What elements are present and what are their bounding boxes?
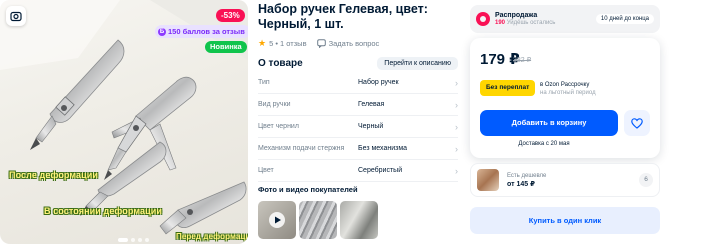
about-section-header: О товаре Перейти к описанию — [258, 57, 458, 70]
cheaper-count-badge: 6 — [639, 173, 653, 187]
spec-value: Набор ручек — [358, 79, 399, 86]
chevron-right-icon[interactable]: › — [448, 144, 458, 154]
customer-photos-strip — [258, 201, 378, 239]
product-image[interactable]: -53% Б 150 баллов за отзыв Новинка После… — [0, 0, 248, 244]
favorite-button[interactable] — [624, 110, 650, 136]
ozon-points-icon: Б — [158, 27, 166, 36]
seller-name: Распродажа — [495, 12, 538, 19]
gallery-dots[interactable] — [118, 238, 149, 242]
spec-value: Серебристый — [358, 167, 403, 174]
heart-icon — [631, 117, 643, 129]
review-points-label: 150 баллов за отзыв — [168, 27, 245, 36]
customer-photo-thumb[interactable] — [299, 201, 337, 239]
installment-line-2: на льготный период — [540, 90, 596, 96]
cheaper-label: Есть дешевле — [507, 172, 547, 179]
spec-row: Вид ручки Гелевая › — [258, 94, 458, 116]
spec-value: Черный — [358, 123, 384, 130]
chevron-right-icon[interactable]: › — [448, 78, 458, 88]
ask-question-label: Задать вопрос — [328, 39, 380, 48]
caption-deformed-state: В состоянии деформации — [44, 206, 163, 216]
price-card: 179 ₽ 382 ₽ Без переплат в Ozon Рассрочк… — [470, 38, 660, 158]
installment-badge[interactable]: Без переплат — [480, 80, 536, 96]
cheaper-offer-thumbnail — [477, 169, 499, 191]
spec-key: Цвет — [258, 167, 274, 174]
product-title: Набор ручек Гелевая, цвет: Черный, 1 шт. — [258, 2, 428, 31]
customer-photo-thumb[interactable] — [258, 201, 296, 239]
spec-value: Гелевая — [358, 101, 385, 108]
caption-before-deformation: Перед деформацией — [176, 232, 248, 241]
rating-text[interactable]: 5 • 1 отзыв — [269, 39, 306, 48]
seller-banner[interactable]: Распродажа 190 Уйдёшь остались 10 дней д… — [470, 5, 660, 33]
seller-text: Распродажа 190 Уйдёшь остались — [495, 12, 555, 26]
cheaper-offers-row[interactable]: Есть дешевле от 145 ₽ 6 — [470, 163, 660, 197]
gallery-dot[interactable] — [138, 238, 142, 242]
rating-row: ★ 5 • 1 отзыв Задать вопрос — [258, 38, 379, 49]
add-to-cart-button[interactable]: Добавить в корзину — [480, 110, 618, 136]
ask-question-link[interactable]: Задать вопрос — [316, 39, 380, 48]
chevron-right-icon[interactable]: › — [448, 122, 458, 132]
cheaper-text: Есть дешевле от 145 ₽ — [507, 173, 546, 188]
caption-after-deformation: После деформации — [9, 170, 99, 180]
star-icon: ★ — [258, 38, 267, 48]
discount-badge: -53% — [216, 9, 245, 22]
delivery-date: Доставка с 20 мая — [518, 141, 570, 147]
sale-days-badge: 10 дней до конца — [595, 14, 654, 24]
goto-description-button[interactable]: Перейти к описанию — [377, 57, 458, 70]
spec-row: Тип Набор ручек › — [258, 72, 458, 94]
new-badge: Новинка — [205, 41, 247, 53]
review-points-badge: Б 150 баллов за отзыв — [155, 25, 248, 38]
chevron-right-icon[interactable]: › — [448, 100, 458, 110]
buy-one-click-button[interactable]: Купить в один клик — [470, 207, 660, 234]
installment-line-1: в Ozon Рассрочку — [540, 82, 590, 88]
spec-row: Цвет Серебристый › — [258, 160, 458, 182]
spec-key: Механизм подачи стержня — [258, 145, 345, 152]
spec-value: Без механизма — [358, 145, 408, 152]
spec-key: Вид ручки — [258, 101, 291, 108]
chevron-right-icon[interactable]: › — [448, 166, 458, 176]
seller-info: 190 Уйдёшь остались — [495, 20, 555, 26]
gallery-dot[interactable] — [131, 238, 135, 242]
spec-row: Цвет чернил Черный › — [258, 116, 458, 138]
specs-list: Тип Набор ручек › Вид ручки Гелевая › Цв… — [258, 72, 458, 182]
old-price: 382 ₽ — [513, 57, 532, 64]
chat-icon — [316, 39, 326, 48]
gallery-dot[interactable] — [145, 238, 149, 242]
camera-search-icon — [10, 11, 22, 22]
video-thumb-icon — [269, 212, 285, 228]
gallery-dot[interactable] — [118, 238, 128, 242]
spec-row: Механизм подачи стержня Без механизма › — [258, 138, 458, 160]
seller-info-text: Уйдёшь остались — [506, 20, 556, 26]
spec-key: Тип — [258, 79, 270, 86]
sale-logo-icon — [476, 12, 490, 26]
spec-key: Цвет чернил — [258, 123, 299, 130]
seller-info-prefix: 190 — [495, 20, 506, 26]
image-search-button[interactable] — [6, 6, 26, 26]
cheaper-price: от 145 ₽ — [507, 180, 535, 188]
installment-text: в Ozon Рассрочку на льготный период — [540, 81, 596, 97]
customer-photos-heading: Фото и видео покупателей — [258, 185, 358, 194]
about-heading: О товаре — [258, 58, 303, 69]
customer-photo-thumb[interactable] — [340, 201, 378, 239]
